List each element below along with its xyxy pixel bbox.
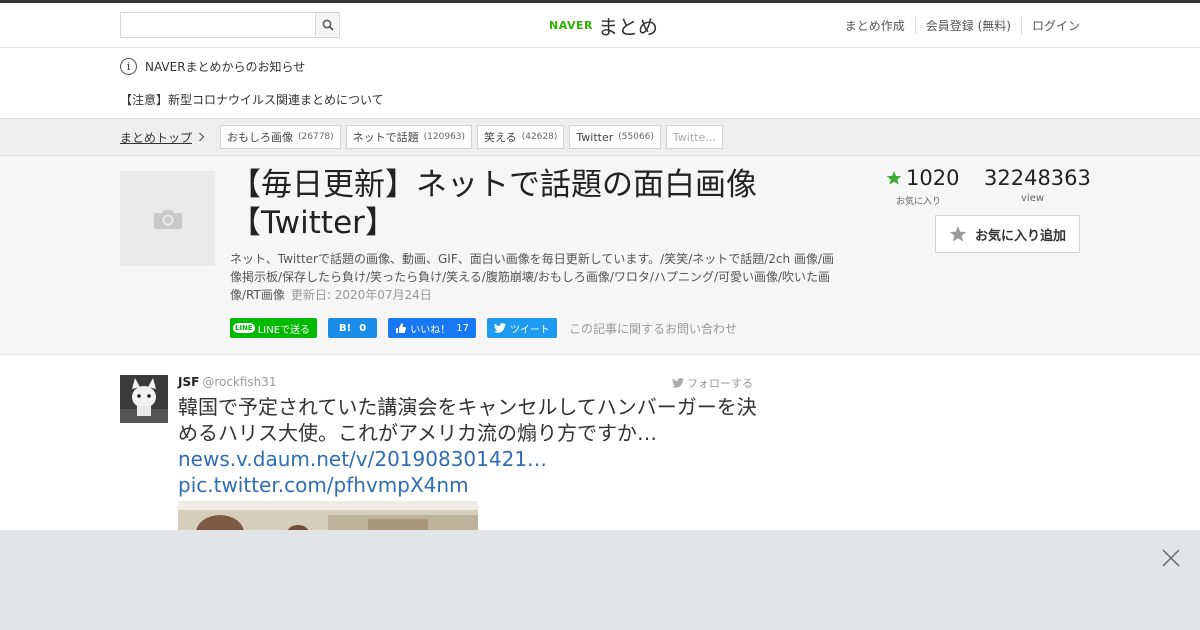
search-button[interactable] bbox=[315, 13, 339, 37]
article-description: ネット、Twitterで話題の画像、動画、GIF、面白い画像を毎日更新しています… bbox=[230, 250, 845, 304]
camera-icon bbox=[153, 209, 182, 229]
tag-label: 笑える bbox=[484, 131, 517, 144]
tag-count: (26778) bbox=[298, 132, 334, 142]
site-logo[interactable]: NAVER まとめ bbox=[549, 11, 658, 39]
header-links: まとめ作成 会員登録 (無料) ログイン bbox=[835, 17, 1080, 34]
star-outline-icon bbox=[949, 226, 967, 242]
tweet-author-name: JSF bbox=[178, 375, 200, 389]
register-link[interactable]: 会員登録 (無料) bbox=[914, 17, 1021, 34]
notice-link[interactable]: 【注意】新型コロナウイルス関連まとめについて bbox=[120, 91, 384, 108]
twitter-bird-icon bbox=[672, 378, 684, 388]
favorites-count: 1020 bbox=[906, 166, 960, 190]
title-line-2: 【Twitter】 bbox=[230, 205, 396, 241]
close-icon[interactable] bbox=[1161, 548, 1181, 568]
tag-label: おもしろ画像 bbox=[227, 131, 293, 144]
ad-overlay bbox=[0, 530, 1200, 630]
search-input[interactable] bbox=[121, 13, 315, 37]
facebook-like-button[interactable]: いいね！ 17 bbox=[388, 318, 476, 338]
twitter-bird-icon bbox=[493, 323, 506, 333]
tweet-pic-link[interactable]: pic.twitter.com/pfhvmpX4nm bbox=[178, 472, 469, 498]
hatena-count: 0 bbox=[359, 322, 367, 334]
tag-list: おもしろ画像 (26778) ネットで話題 (120963) 笑える (42628) … bbox=[220, 125, 728, 149]
login-link[interactable]: ログイン bbox=[1020, 17, 1080, 34]
notice-heading: i NAVERまとめからのお知らせ bbox=[120, 58, 305, 75]
favorites-label: お気に入り bbox=[896, 197, 942, 207]
tweet-news-link[interactable]: news.v.daum.net/v/201908301421… bbox=[178, 446, 547, 472]
tag-waraeru[interactable]: 笑える (42628) bbox=[477, 125, 565, 149]
thumbs-up-icon bbox=[396, 322, 407, 333]
contact-link[interactable]: この記事に関するお問い合わせ bbox=[569, 320, 737, 337]
search-icon bbox=[322, 19, 334, 31]
line-share-label: LINEで送る bbox=[257, 324, 311, 336]
hatena-icon: B! bbox=[339, 322, 352, 334]
info-icon: i bbox=[120, 58, 137, 75]
tag-omoshiro-gazou[interactable]: おもしろ画像 (26778) bbox=[220, 125, 341, 149]
breadcrumb-top-link[interactable]: まとめトップ bbox=[120, 129, 205, 146]
tag-label: ネットで話題 bbox=[352, 131, 419, 144]
follow-button[interactable]: フォローする bbox=[672, 375, 753, 391]
chevron-right-icon bbox=[198, 131, 205, 145]
line-icon: LINE bbox=[233, 323, 255, 333]
avatar[interactable] bbox=[120, 375, 168, 423]
title-line-1: 【毎日更新】ネットで話題の面白画像 bbox=[230, 167, 757, 203]
tweet-button[interactable]: ツイート bbox=[486, 318, 557, 338]
notice-title-text: NAVERまとめからのお知らせ bbox=[145, 60, 306, 74]
favorites-counter: 1020 bbox=[886, 166, 959, 190]
article-header: 【毎日更新】ネットで話題の面白画像 【Twitter】 ネット、Twitterで… bbox=[0, 156, 1200, 355]
view-count: 32248363 bbox=[984, 166, 1091, 190]
tweet-text: 韓国で予定されていた講演会をキャンセルしてハンバーガーを決めるハリス大使。これが… bbox=[178, 395, 757, 445]
create-matome-link[interactable]: まとめ作成 bbox=[835, 17, 915, 34]
logo-naver: NAVER bbox=[549, 18, 593, 32]
tag-net-wadai[interactable]: ネットで話題 (120963) bbox=[345, 125, 473, 149]
breadcrumb-bar: まとめトップ おもしろ画像 (26778) ネットで話題 (120963) 笑える (… bbox=[0, 118, 1200, 156]
share-bar: LINE LINEで送る B! 0 いいね！ 17 ツイート この記事に関するお… bbox=[230, 318, 737, 338]
star-icon bbox=[886, 171, 902, 185]
add-favorite-label: お気に入り追加 bbox=[974, 228, 1066, 244]
search-box bbox=[120, 12, 340, 38]
facebook-like-count: 17 bbox=[456, 322, 469, 334]
breadcrumb-top-label: まとめトップ bbox=[120, 131, 193, 145]
logo-matome: まとめ bbox=[597, 14, 658, 39]
tag-twitter[interactable]: Twitter (55066) bbox=[569, 125, 661, 149]
line-share-button[interactable]: LINE LINEで送る bbox=[230, 318, 318, 338]
tag-count: (55066) bbox=[618, 132, 654, 142]
tag-label: Twitter bbox=[576, 130, 614, 144]
tweet-author[interactable]: JSF @rockfish31 bbox=[178, 375, 277, 389]
tag-twitter-truncated[interactable]: Twitte… bbox=[665, 125, 724, 149]
tag-count: (42628) bbox=[521, 132, 558, 142]
add-favorite-button[interactable]: お気に入り追加 bbox=[935, 215, 1080, 253]
site-header: NAVER まとめ まとめ作成 会員登録 (無料) ログイン bbox=[0, 3, 1200, 48]
tag-label: Twitte… bbox=[672, 130, 717, 144]
facebook-like-label: いいね！ bbox=[410, 324, 451, 336]
article-thumbnail bbox=[120, 171, 215, 266]
follow-label: フォローする bbox=[687, 377, 753, 390]
view-label: view bbox=[1021, 193, 1045, 204]
updated-date: 更新日: 2020年07月24日 bbox=[290, 288, 432, 302]
tag-count: (120963) bbox=[423, 132, 466, 142]
hatena-bookmark-button[interactable]: B! 0 bbox=[328, 318, 378, 338]
article-title: 【毎日更新】ネットで話題の面白画像 【Twitter】 bbox=[230, 166, 830, 242]
tweet-author-handle: @rockfish31 bbox=[202, 375, 277, 389]
tweet-label: ツイート bbox=[509, 324, 550, 336]
